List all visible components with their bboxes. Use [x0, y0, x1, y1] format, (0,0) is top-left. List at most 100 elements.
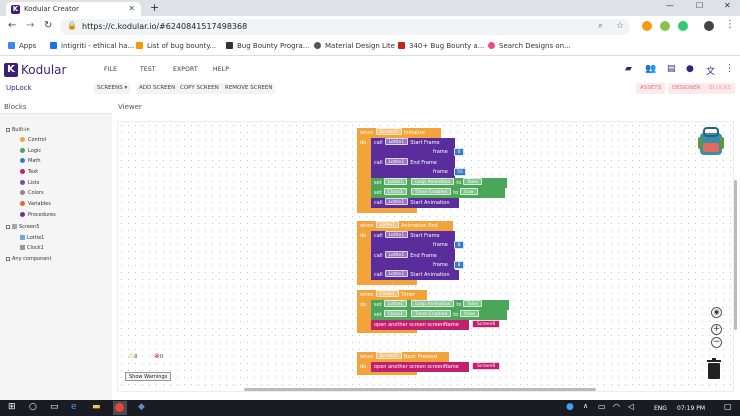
set-loop-animation-block[interactable]: set Lottie1 Loop Animation to false: [371, 300, 509, 310]
text-string-block[interactable]: Screen6: [472, 362, 501, 370]
forward-icon[interactable]: →: [26, 20, 34, 31]
set-timer-enabled-block[interactable]: set Clock1 Timer Enabled to false: [371, 310, 507, 320]
maximize-icon[interactable]: ☐: [696, 1, 703, 10]
bookmark-star-icon[interactable]: ☆: [616, 21, 624, 31]
account-icon[interactable]: ●: [686, 64, 694, 74]
document-icon[interactable]: ▤: [667, 64, 676, 74]
add-screen-button[interactable]: ADD SCREEN: [136, 83, 179, 94]
zoom-in-icon[interactable]: +: [711, 324, 722, 335]
tree-screen[interactable]: Screen5: [6, 224, 39, 230]
minimize-icon[interactable]: —: [666, 1, 674, 10]
open-another-screen-block[interactable]: open another screen screenName: [371, 320, 469, 330]
text-string-block[interactable]: Screen6: [472, 320, 501, 328]
translate-icon[interactable]: 文: [706, 64, 715, 77]
backpack-icon[interactable]: [694, 125, 728, 159]
omnibox[interactable]: 🔒 https://c.kodular.io/#6240841517498368…: [60, 19, 630, 35]
collapse-icon[interactable]: [6, 225, 10, 229]
event-header[interactable]: when Screen5 Back Pressed: [357, 352, 449, 362]
zoom-out-icon[interactable]: −: [711, 337, 722, 348]
extension-icon-2[interactable]: [660, 21, 670, 31]
copy-screen-button[interactable]: COPY SCREEN: [177, 83, 222, 94]
menu-export[interactable]: EXPORT: [173, 66, 198, 73]
zoom-search-icon[interactable]: ⌕: [598, 21, 603, 31]
vertical-scrollbar[interactable]: [734, 180, 737, 330]
collapse-icon[interactable]: [6, 128, 10, 132]
extension-icon-1[interactable]: [642, 21, 652, 31]
remove-screen-button[interactable]: REMOVE SCREEN: [222, 83, 276, 94]
battery-icon[interactable]: ▭: [598, 402, 606, 411]
tray-up-icon[interactable]: ∧: [583, 402, 588, 410]
vscode-icon[interactable]: ◆: [138, 402, 145, 412]
bookmark-material-design-lite[interactable]: Material Design Lite: [314, 42, 395, 50]
tree-item-variables[interactable]: Variables: [20, 201, 51, 207]
task-view-icon[interactable]: ▭: [50, 402, 59, 412]
more-icon[interactable]: ⋮: [725, 64, 734, 74]
chrome-taskbar-icon[interactable]: [113, 401, 127, 415]
tree-any-component[interactable]: Any component: [6, 256, 51, 262]
tree-item-control[interactable]: Control: [20, 137, 46, 143]
tree-component-clock[interactable]: Clock1: [20, 245, 44, 251]
component-dropdown[interactable]: Screen5: [375, 128, 402, 135]
assets-button[interactable]: ASSETS: [636, 83, 666, 94]
notifications-icon[interactable]: ▢: [724, 402, 732, 411]
close-window-icon[interactable]: ✕: [724, 1, 731, 10]
tree-builtin[interactable]: Built-in: [6, 127, 30, 133]
bookmark-340-bug-bounty[interactable]: 340+ Bug Bounty a...: [398, 42, 484, 50]
language-indicator[interactable]: ENG: [654, 405, 667, 412]
profile-avatar-icon[interactable]: [704, 21, 714, 31]
grammarly-icon[interactable]: [678, 21, 688, 31]
menu-file[interactable]: FILE: [104, 66, 117, 73]
number-block[interactable]: 8: [454, 241, 464, 249]
number-block[interactable]: 0: [454, 148, 464, 156]
clock-time[interactable]: 07:19 PM: [677, 405, 705, 412]
browser-tab[interactable]: K Kodular Creator ✕: [6, 2, 141, 16]
bookmark-bug-bounty-list[interactable]: List of bug bounty...: [136, 42, 216, 50]
event-header[interactable]: when Screen5 Initialize: [357, 128, 441, 138]
event-header[interactable]: when Clock1 Timer: [357, 290, 427, 300]
screens-dropdown[interactable]: SCREENS ▾: [94, 83, 131, 94]
number-block[interactable]: 50: [454, 168, 466, 176]
people-icon[interactable]: 👥: [645, 64, 656, 74]
menu-help[interactable]: HELP: [213, 66, 229, 73]
number-block[interactable]: 8: [454, 261, 464, 269]
close-tab-icon[interactable]: ✕: [128, 4, 135, 13]
trash-icon[interactable]: [706, 358, 722, 380]
reload-icon[interactable]: ↻: [44, 20, 52, 31]
bookmark-search-designs[interactable]: Search Designs on...: [488, 42, 571, 50]
designer-button[interactable]: DESIGNER: [668, 83, 705, 94]
call-start-animation-block[interactable]: call Lottie1 Start Animation: [371, 270, 459, 280]
expand-icon[interactable]: [6, 257, 10, 261]
wifi-icon[interactable]: ◠: [613, 402, 620, 411]
tray-app-icon[interactable]: ●: [566, 402, 574, 412]
file-explorer-icon[interactable]: ▬: [92, 402, 101, 412]
blocks-button[interactable]: BLOCKS: [705, 83, 735, 94]
tree-item-procedures[interactable]: Procedures: [20, 212, 56, 218]
tree-item-lists[interactable]: Lists: [20, 180, 39, 186]
set-loop-animation-block[interactable]: set Lottie1 Loop Animation to false: [371, 178, 507, 188]
volume-icon[interactable]: ◁: [628, 402, 634, 411]
tree-item-text[interactable]: Text: [20, 169, 38, 175]
horizontal-scrollbar[interactable]: [244, 388, 596, 391]
open-another-screen-block[interactable]: open another screen screenName: [371, 362, 469, 372]
recenter-icon[interactable]: ◉: [711, 307, 722, 318]
show-warnings-button[interactable]: Show Warnings: [125, 372, 172, 381]
edge-icon[interactable]: e: [71, 402, 77, 412]
browser-menu-icon[interactable]: ⋮: [725, 19, 735, 30]
folder-icon[interactable]: ▰: [625, 64, 632, 74]
bookmark-bug-bounty-programs[interactable]: Bug Bounty Progra...: [226, 42, 309, 50]
tree-item-math[interactable]: Math: [20, 158, 41, 164]
set-timer-enabled-block[interactable]: set Clock1 Timer Enabled to true: [371, 188, 505, 198]
menu-test[interactable]: TEST: [140, 66, 156, 73]
tree-component-lottie[interactable]: Lottie1: [20, 235, 44, 241]
search-icon[interactable]: ○: [29, 402, 37, 412]
bookmark-apps[interactable]: Apps: [8, 42, 36, 50]
back-icon[interactable]: ←: [8, 20, 16, 31]
windows-start-icon[interactable]: ⊞: [8, 402, 16, 412]
tree-item-colors[interactable]: Colors: [20, 190, 44, 196]
event-header[interactable]: when Lottie1 Animation End: [357, 221, 453, 231]
call-start-animation-block[interactable]: call Lottie1 Start Animation: [371, 198, 459, 208]
new-tab-button[interactable]: +: [150, 1, 159, 14]
tree-item-logic[interactable]: Logic: [20, 148, 41, 154]
url-text[interactable]: https://c.kodular.io/#6240841517498368: [82, 22, 247, 31]
bookmark-intigriti[interactable]: intigriti - ethical ha...: [50, 42, 134, 50]
